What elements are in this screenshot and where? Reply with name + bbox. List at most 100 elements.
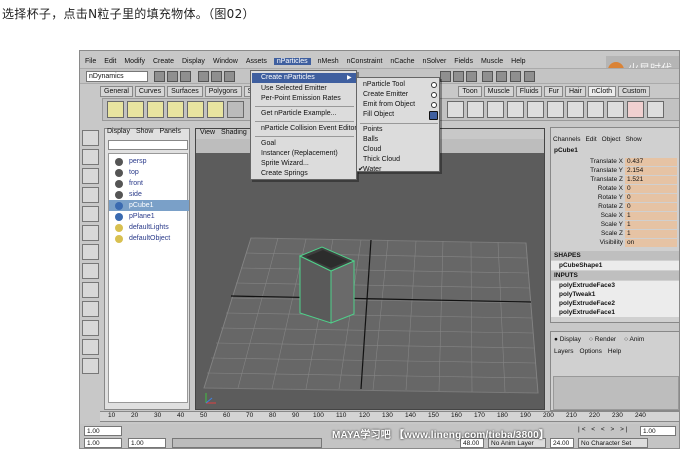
input-node[interactable]: polyExtrudeFace3 bbox=[551, 281, 679, 290]
menu-muscle[interactable]: Muscle bbox=[480, 58, 504, 65]
ncloth-icon[interactable] bbox=[447, 101, 464, 118]
playback-controls[interactable]: |< < < > >| bbox=[578, 426, 638, 436]
menu-nsolver[interactable]: nSolver bbox=[422, 58, 448, 65]
option-box-icon[interactable] bbox=[431, 82, 437, 88]
brush-icon[interactable] bbox=[647, 101, 664, 118]
menu-item-cloud[interactable]: Cloud bbox=[363, 146, 381, 153]
layout-single-icon[interactable] bbox=[82, 282, 99, 298]
menu-assets[interactable]: Assets bbox=[245, 58, 268, 65]
menu-ncache[interactable]: nCache bbox=[389, 58, 415, 65]
channel-row[interactable]: Rotate Z0 bbox=[551, 203, 679, 212]
menu-nconstraint[interactable]: nConstraint bbox=[346, 58, 384, 65]
input-node[interactable]: polyExtrudeFace1 bbox=[551, 308, 679, 317]
layer-menu-layers[interactable]: Layers bbox=[554, 348, 574, 355]
scale-tool-icon[interactable] bbox=[82, 225, 99, 241]
list-item[interactable]: front bbox=[109, 178, 189, 189]
end-time-field[interactable]: 24.00 bbox=[550, 438, 574, 448]
outliner-menu-show[interactable]: Show bbox=[136, 128, 154, 138]
channel-row[interactable]: Scale X1 bbox=[551, 212, 679, 221]
menu-fields[interactable]: Fields bbox=[453, 58, 474, 65]
layer-menu-help[interactable]: Help bbox=[608, 348, 621, 355]
ncloth-icon[interactable] bbox=[607, 101, 624, 118]
list-item-selected[interactable]: pCube1 bbox=[109, 200, 189, 211]
menu-item-thick-cloud[interactable]: Thick Cloud bbox=[363, 156, 400, 163]
new-scene-icon[interactable] bbox=[154, 71, 165, 82]
object-name[interactable]: pCube1 bbox=[554, 147, 578, 154]
channel-row[interactable]: Scale Z1 bbox=[551, 230, 679, 239]
character-set-dropdown[interactable]: No Character Set bbox=[578, 438, 648, 448]
cb-menu-channels[interactable]: Channels bbox=[553, 136, 580, 143]
menu-item-create-nparticles[interactable]: Create nParticles bbox=[261, 74, 315, 81]
menu-item-create-emitter[interactable]: Create Emitter bbox=[363, 91, 408, 98]
outliner-menu-display[interactable]: Display bbox=[107, 128, 130, 138]
current-time-field[interactable]: 1.00 bbox=[640, 426, 676, 436]
ncloth-icon[interactable] bbox=[507, 101, 524, 118]
option-box-icon[interactable] bbox=[431, 102, 437, 108]
select-component-icon[interactable] bbox=[224, 71, 235, 82]
layout-persp-outliner-icon[interactable] bbox=[82, 320, 99, 336]
menu-item-instancer[interactable]: Instancer (Replacement) bbox=[261, 150, 338, 157]
option-box-icon[interactable] bbox=[431, 92, 437, 98]
channel-row[interactable]: Translate Z 1.521 bbox=[551, 176, 679, 185]
menu-window[interactable]: Window bbox=[212, 58, 239, 65]
manipulator-icon[interactable] bbox=[82, 244, 99, 260]
list-item[interactable]: defaultLights bbox=[109, 222, 189, 233]
menu-nparticles[interactable]: nParticles bbox=[273, 57, 311, 65]
list-item[interactable]: defaultObject bbox=[109, 233, 189, 244]
shelf-tab-fluids[interactable]: Fluids bbox=[515, 86, 543, 97]
menu-item-nparticle-tool[interactable]: nParticle Tool bbox=[363, 81, 405, 88]
shape-node[interactable]: pCubeShape1 bbox=[551, 261, 679, 270]
menu-item-per-point-emission[interactable]: Per-Point Emission Rates bbox=[261, 95, 341, 102]
shelf-tab-surfaces[interactable]: Surfaces bbox=[167, 86, 203, 97]
view-menu-shading[interactable]: Shading bbox=[221, 129, 247, 139]
cb-menu-object[interactable]: Object bbox=[602, 136, 621, 143]
ncloth-icon[interactable] bbox=[567, 101, 584, 118]
radio-anim[interactable]: ○ Anim bbox=[624, 336, 644, 343]
show-tool-settings-icon[interactable] bbox=[524, 71, 535, 82]
shelf-tab-ncloth[interactable]: nCloth bbox=[587, 86, 617, 97]
channel-row[interactable]: Rotate Y0 bbox=[551, 194, 679, 203]
emitter-icon[interactable] bbox=[167, 101, 184, 118]
layout-graph-icon[interactable] bbox=[82, 339, 99, 355]
menu-item-goal[interactable]: Goal bbox=[261, 140, 276, 147]
channel-row[interactable]: Visibility on bbox=[551, 239, 679, 248]
input-node[interactable]: polyExtrudeFace2 bbox=[551, 299, 679, 308]
range-start-field[interactable]: 1.00 bbox=[128, 438, 166, 448]
emitter-icon[interactable] bbox=[187, 101, 204, 118]
list-item[interactable]: pPlane1 bbox=[109, 211, 189, 222]
ncloth-icon[interactable] bbox=[587, 101, 604, 118]
emitter-icon[interactable] bbox=[207, 101, 224, 118]
select-object-icon[interactable] bbox=[211, 71, 222, 82]
channel-row[interactable]: Scale Y1 bbox=[551, 221, 679, 230]
ncloth-icon[interactable] bbox=[487, 101, 504, 118]
start-time-field[interactable]: 1.00 bbox=[84, 426, 122, 436]
menu-create[interactable]: Create bbox=[152, 58, 175, 65]
shelf-tab-polygons[interactable]: Polygons bbox=[204, 86, 242, 97]
channel-row[interactable]: Rotate X0 bbox=[551, 185, 679, 194]
menu-edit[interactable]: Edit bbox=[103, 58, 117, 65]
menu-item-use-selected-emitter[interactable]: Use Selected Emitter bbox=[261, 85, 327, 92]
menu-modify[interactable]: Modify bbox=[123, 58, 146, 65]
cb-menu-edit[interactable]: Edit bbox=[585, 136, 596, 143]
list-item[interactable]: top bbox=[109, 167, 189, 178]
render-icon[interactable] bbox=[440, 71, 451, 82]
menu-item-collision-event-editor[interactable]: nParticle Collision Event Editor bbox=[261, 125, 357, 132]
render-settings-icon[interactable] bbox=[466, 71, 477, 82]
menu-item-fill-object[interactable]: Fill Object bbox=[363, 111, 394, 118]
show-attribute-editor-icon[interactable] bbox=[510, 71, 521, 82]
fill-object-option-box-icon[interactable] bbox=[429, 111, 438, 120]
layer-list[interactable] bbox=[553, 376, 679, 410]
ncloth-icon[interactable] bbox=[527, 101, 544, 118]
outliner-filter-field[interactable] bbox=[108, 140, 188, 150]
range-slider[interactable] bbox=[172, 438, 322, 448]
shelf-tab-toon[interactable]: Toon bbox=[458, 86, 482, 97]
menu-item-balls[interactable]: Balls bbox=[363, 136, 378, 143]
menu-item-get-example[interactable]: Get nParticle Example... bbox=[261, 110, 336, 117]
save-scene-icon[interactable] bbox=[180, 71, 191, 82]
layer-menu-options[interactable]: Options bbox=[580, 348, 602, 355]
menu-nmesh[interactable]: nMesh bbox=[317, 58, 340, 65]
menu-item-create-springs[interactable]: Create Springs bbox=[261, 170, 308, 177]
shelf-tab-general[interactable]: General bbox=[100, 86, 133, 97]
menuset-dropdown[interactable]: nDynamics bbox=[86, 71, 148, 82]
layout-four-icon[interactable] bbox=[82, 301, 99, 317]
